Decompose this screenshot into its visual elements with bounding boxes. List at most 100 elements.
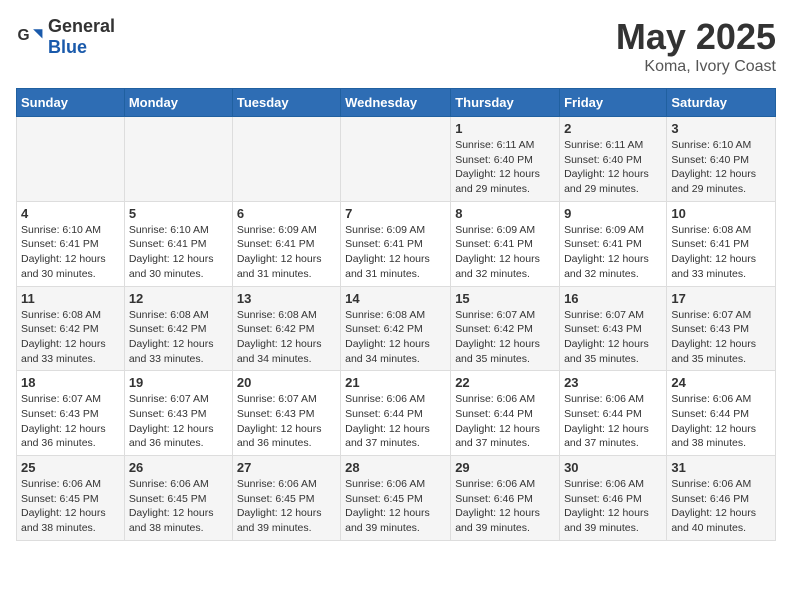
day-info: Sunrise: 6:06 AM Sunset: 6:45 PM Dayligh… bbox=[21, 477, 120, 536]
header: G General Blue May 2025 Koma, Ivory Coas… bbox=[16, 16, 776, 76]
day-number: 14 bbox=[345, 291, 446, 306]
day-number: 19 bbox=[129, 375, 228, 390]
day-number: 6 bbox=[237, 206, 336, 221]
logo-general: General bbox=[48, 16, 115, 36]
calendar-cell: 27 Sunrise: 6:06 AM Sunset: 6:45 PM Dayli… bbox=[232, 456, 340, 541]
main-title: May 2025 bbox=[616, 16, 776, 58]
calendar-cell: 19 Sunrise: 6:07 AM Sunset: 6:43 PM Dayli… bbox=[124, 371, 232, 456]
calendar-cell: 15 Sunrise: 6:07 AM Sunset: 6:42 PM Dayli… bbox=[451, 286, 560, 371]
day-number: 16 bbox=[564, 291, 662, 306]
col-header-friday: Friday bbox=[560, 89, 667, 117]
day-number: 8 bbox=[455, 206, 555, 221]
day-number: 4 bbox=[21, 206, 120, 221]
day-info: Sunrise: 6:07 AM Sunset: 6:43 PM Dayligh… bbox=[671, 308, 771, 367]
calendar-cell bbox=[17, 117, 125, 202]
calendar-cell bbox=[341, 117, 451, 202]
col-header-wednesday: Wednesday bbox=[341, 89, 451, 117]
day-number: 23 bbox=[564, 375, 662, 390]
day-info: Sunrise: 6:11 AM Sunset: 6:40 PM Dayligh… bbox=[564, 138, 662, 197]
week-row-1: 1 Sunrise: 6:11 AM Sunset: 6:40 PM Daylig… bbox=[17, 117, 776, 202]
week-row-3: 11 Sunrise: 6:08 AM Sunset: 6:42 PM Dayli… bbox=[17, 286, 776, 371]
day-number: 12 bbox=[129, 291, 228, 306]
calendar-cell: 1 Sunrise: 6:11 AM Sunset: 6:40 PM Daylig… bbox=[451, 117, 560, 202]
calendar-cell: 20 Sunrise: 6:07 AM Sunset: 6:43 PM Dayli… bbox=[232, 371, 340, 456]
day-info: Sunrise: 6:10 AM Sunset: 6:41 PM Dayligh… bbox=[129, 223, 228, 282]
day-number: 1 bbox=[455, 121, 555, 136]
day-info: Sunrise: 6:06 AM Sunset: 6:46 PM Dayligh… bbox=[455, 477, 555, 536]
calendar-cell: 4Sunrise: 6:10 AM Sunset: 6:41 PM Daylig… bbox=[17, 201, 125, 286]
calendar-cell: 7 Sunrise: 6:09 AM Sunset: 6:41 PM Daylig… bbox=[341, 201, 451, 286]
day-number: 20 bbox=[237, 375, 336, 390]
day-info: Sunrise: 6:06 AM Sunset: 6:44 PM Dayligh… bbox=[455, 392, 555, 451]
day-number: 24 bbox=[671, 375, 771, 390]
calendar-cell: 13Sunrise: 6:08 AM Sunset: 6:42 PM Dayli… bbox=[232, 286, 340, 371]
day-info: Sunrise: 6:11 AM Sunset: 6:40 PM Dayligh… bbox=[455, 138, 555, 197]
calendar-cell: 31 Sunrise: 6:06 AM Sunset: 6:46 PM Dayli… bbox=[667, 456, 776, 541]
week-row-2: 4 Sunrise: 6:10 AM Sunset: 6:41 PM Daylig… bbox=[17, 201, 776, 286]
calendar-cell: 28 Sunrise: 6:06 AM Sunset: 6:45 PM Dayli… bbox=[341, 456, 451, 541]
day-info: Sunrise: 6:06 AM Sunset: 6:45 PM Dayligh… bbox=[129, 477, 228, 536]
calendar-cell: 11Sunrise: 6:08 AM Sunset: 6:42 PM Dayli… bbox=[17, 286, 125, 371]
calendar-cell: 24 Sunrise: 6:06 AM Sunset: 6:44 PM Dayli… bbox=[667, 371, 776, 456]
day-number: 11 bbox=[21, 291, 120, 306]
calendar-cell: 30 Sunrise: 6:06 AM Sunset: 6:46 PM Dayli… bbox=[560, 456, 667, 541]
day-info: Sunrise: 6:08 AM Sunset: 6:42 PM Dayligh… bbox=[345, 308, 446, 367]
day-number: 29 bbox=[455, 460, 555, 475]
day-number: 30 bbox=[564, 460, 662, 475]
day-number: 3 bbox=[671, 121, 771, 136]
day-number: 2 bbox=[564, 121, 662, 136]
calendar-cell: 2 Sunrise: 6:11 AM Sunset: 6:40 PM Daylig… bbox=[560, 117, 667, 202]
calendar-cell: 25 Sunrise: 6:06 AM Sunset: 6:45 PM Dayli… bbox=[17, 456, 125, 541]
day-number: 7 bbox=[345, 206, 446, 221]
day-number: 5 bbox=[129, 206, 228, 221]
day-info: Sunrise: 6:07 AM Sunset: 6:43 PM Dayligh… bbox=[21, 392, 120, 451]
day-info: Sunrise: 6:06 AM Sunset: 6:44 PM Dayligh… bbox=[564, 392, 662, 451]
day-number: 26 bbox=[129, 460, 228, 475]
day-info: Sunrise: 6:10 AM Sunset: 6:40 PM Dayligh… bbox=[671, 138, 771, 197]
title-area: May 2025 Koma, Ivory Coast bbox=[616, 16, 776, 76]
day-info: Sunrise: 6:06 AM Sunset: 6:45 PM Dayligh… bbox=[345, 477, 446, 536]
logo-icon: G bbox=[16, 23, 44, 51]
calendar-cell: 10 Sunrise: 6:08 AM Sunset: 6:41 PM Dayli… bbox=[667, 201, 776, 286]
calendar-cell bbox=[232, 117, 340, 202]
day-number: 28 bbox=[345, 460, 446, 475]
calendar-cell: 29 Sunrise: 6:06 AM Sunset: 6:46 PM Dayli… bbox=[451, 456, 560, 541]
day-info: Sunrise: 6:06 AM Sunset: 6:46 PM Dayligh… bbox=[564, 477, 662, 536]
calendar-cell: 23 Sunrise: 6:06 AM Sunset: 6:44 PM Dayli… bbox=[560, 371, 667, 456]
day-number: 18 bbox=[21, 375, 120, 390]
day-number: 13 bbox=[237, 291, 336, 306]
day-info: Sunrise: 6:07 AM Sunset: 6:43 PM Dayligh… bbox=[564, 308, 662, 367]
day-number: 15 bbox=[455, 291, 555, 306]
day-number: 27 bbox=[237, 460, 336, 475]
calendar-cell: 9Sunrise: 6:09 AM Sunset: 6:41 PM Daylig… bbox=[560, 201, 667, 286]
day-number: 31 bbox=[671, 460, 771, 475]
day-info: Sunrise: 6:08 AM Sunset: 6:41 PM Dayligh… bbox=[671, 223, 771, 282]
logo-blue: Blue bbox=[48, 37, 87, 57]
day-number: 10 bbox=[671, 206, 771, 221]
day-number: 25 bbox=[21, 460, 120, 475]
col-header-saturday: Saturday bbox=[667, 89, 776, 117]
calendar-cell: 17 Sunrise: 6:07 AM Sunset: 6:43 PM Dayli… bbox=[667, 286, 776, 371]
day-info: Sunrise: 6:06 AM Sunset: 6:46 PM Dayligh… bbox=[671, 477, 771, 536]
calendar-cell: 26 Sunrise: 6:06 AM Sunset: 6:45 PM Dayli… bbox=[124, 456, 232, 541]
day-info: Sunrise: 6:07 AM Sunset: 6:42 PM Dayligh… bbox=[455, 308, 555, 367]
day-number: 17 bbox=[671, 291, 771, 306]
day-number: 9 bbox=[564, 206, 662, 221]
col-header-tuesday: Tuesday bbox=[232, 89, 340, 117]
week-row-4: 18 Sunrise: 6:07 AM Sunset: 6:43 PM Dayli… bbox=[17, 371, 776, 456]
day-info: Sunrise: 6:07 AM Sunset: 6:43 PM Dayligh… bbox=[237, 392, 336, 451]
calendar-cell: 22Sunrise: 6:06 AM Sunset: 6:44 PM Dayli… bbox=[451, 371, 560, 456]
calendar-cell: 18 Sunrise: 6:07 AM Sunset: 6:43 PM Dayli… bbox=[17, 371, 125, 456]
day-info: Sunrise: 6:07 AM Sunset: 6:43 PM Dayligh… bbox=[129, 392, 228, 451]
day-info: Sunrise: 6:09 AM Sunset: 6:41 PM Dayligh… bbox=[345, 223, 446, 282]
col-header-sunday: Sunday bbox=[17, 89, 125, 117]
day-info: Sunrise: 6:06 AM Sunset: 6:44 PM Dayligh… bbox=[671, 392, 771, 451]
subtitle: Koma, Ivory Coast bbox=[616, 58, 776, 76]
col-header-thursday: Thursday bbox=[451, 89, 560, 117]
calendar-cell: 12Sunrise: 6:08 AM Sunset: 6:42 PM Dayli… bbox=[124, 286, 232, 371]
day-info: Sunrise: 6:06 AM Sunset: 6:45 PM Dayligh… bbox=[237, 477, 336, 536]
day-info: Sunrise: 6:09 AM Sunset: 6:41 PM Dayligh… bbox=[237, 223, 336, 282]
calendar-cell: 8Sunrise: 6:09 AM Sunset: 6:41 PM Daylig… bbox=[451, 201, 560, 286]
week-row-5: 25 Sunrise: 6:06 AM Sunset: 6:45 PM Dayli… bbox=[17, 456, 776, 541]
col-header-monday: Monday bbox=[124, 89, 232, 117]
